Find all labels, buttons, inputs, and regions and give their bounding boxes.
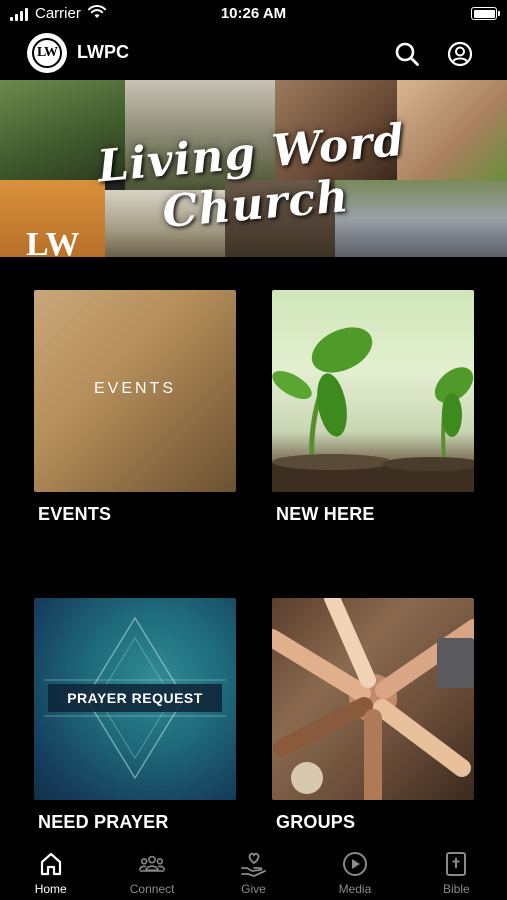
tab-connect[interactable]: Connect xyxy=(101,844,202,900)
church-banner[interactable]: LW Living Word Church xyxy=(0,80,507,257)
new-here-image xyxy=(272,290,474,492)
events-label: EVENTS xyxy=(38,504,112,524)
battery-level xyxy=(473,9,495,18)
app-title: LWPC xyxy=(77,42,129,62)
tab-media-label: Media xyxy=(338,882,372,896)
heart-hand-icon xyxy=(240,850,268,878)
groups-label: GROUPS xyxy=(276,812,356,832)
tab-home-label: Home xyxy=(34,882,67,896)
tab-bible-label: Bible xyxy=(442,882,470,896)
bible-icon xyxy=(442,850,470,878)
search-button[interactable] xyxy=(392,39,422,69)
need-prayer-label: NEED PRAYER xyxy=(38,812,169,832)
need-prayer-image: PRAYER REQUEST xyxy=(34,598,236,800)
user-circle-icon xyxy=(447,41,473,67)
groups-image xyxy=(272,598,474,800)
clock: 10:26 AM xyxy=(220,5,287,22)
app-header: LW LWPC xyxy=(0,30,507,78)
play-circle-icon xyxy=(341,850,369,878)
app-logo[interactable]: LW xyxy=(27,33,67,73)
hands-together-illustration xyxy=(272,598,474,800)
tab-give[interactable]: Give xyxy=(203,844,304,900)
home-icon xyxy=(37,850,65,878)
tab-bible[interactable]: Bible xyxy=(406,844,507,900)
prayer-request-overlay: PRAYER REQUEST xyxy=(67,690,203,706)
group-icon xyxy=(138,850,166,878)
events-image: EVENTS xyxy=(34,290,236,492)
tab-bar: Home Connect Give Media Bible xyxy=(0,844,507,900)
tab-media[interactable]: Media xyxy=(304,844,405,900)
new-here-label: NEW HERE xyxy=(276,504,375,524)
battery-icon xyxy=(471,7,500,20)
account-button[interactable] xyxy=(445,39,475,69)
events-overlay-text: EVENTS xyxy=(93,380,176,397)
search-icon xyxy=(395,42,419,66)
tab-home[interactable]: Home xyxy=(0,844,101,900)
tab-give-label: Give xyxy=(241,882,266,896)
sprout-illustration xyxy=(272,327,474,492)
logo-text: LW xyxy=(32,38,62,68)
tab-connect-label: Connect xyxy=(129,882,175,896)
status-bar: Carrier 10:26 AM xyxy=(0,0,507,30)
